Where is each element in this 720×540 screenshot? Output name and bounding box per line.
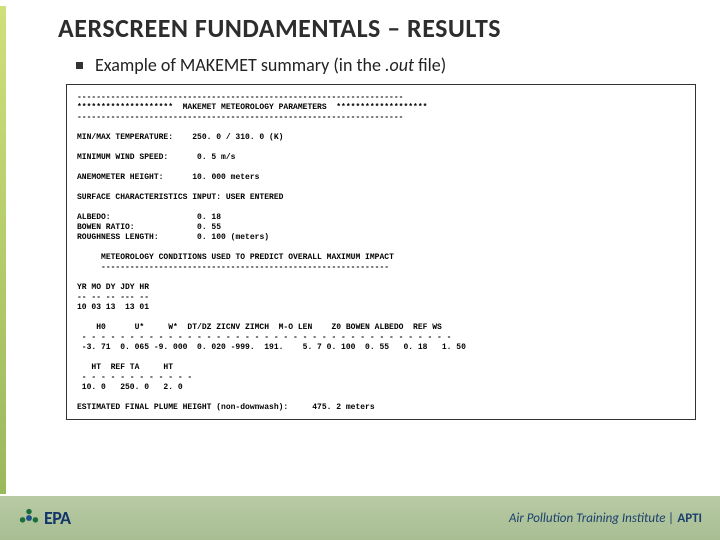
minwind-value: 0. 5 m/s — [197, 153, 235, 162]
minmax-value: 250. 0 / 310. 0 (K) — [192, 133, 283, 142]
bowen-label: BOWEN RATIO: — [77, 223, 135, 232]
bullet-post: file) — [414, 54, 446, 76]
htval: 10. 0 250. 0 2. 0 — [77, 383, 183, 392]
footer: EPA Air Pollution Training Institute | A… — [0, 496, 720, 540]
methdr: H0 U* W* DT/DZ ZICNV ZIMCH M-O LEN Z0 BO… — [77, 323, 442, 332]
rough-label: ROUGHNESS LENGTH: — [77, 233, 159, 242]
bullet-example: Example of MAKEMET summary (in the .out … — [58, 54, 686, 76]
datesep: -- -- -- --- -- — [77, 293, 149, 302]
htsep: - - - - - - - - - - - - — [77, 373, 192, 382]
hr1: ----------------------------------------… — [77, 93, 403, 102]
anemo-label: ANEMOMETER HEIGHT: — [77, 173, 163, 182]
plume-label: ESTIMATED FINAL PLUME HEIGHT (non-downwa… — [77, 403, 288, 412]
metval: -3. 71 0. 065 -9. 000 0. 020 -999. 191. … — [77, 343, 466, 352]
makemet-output: ----------------------------------------… — [77, 93, 685, 413]
bowen-value: 0. 55 — [197, 223, 221, 232]
metline: ----------------------------------------… — [101, 263, 389, 272]
minmax-label: MIN/MAX TEMPERATURE: — [77, 133, 173, 142]
apti-credit: Air Pollution Training Institute | APTI — [509, 511, 702, 526]
bullet-em: .out — [385, 54, 414, 76]
epa-flower-icon — [18, 507, 40, 529]
datehdr: YR MO DY JDY HR — [77, 283, 149, 292]
slide-content: AERSCREEN FUNDAMENTALS – RESULTS Example… — [0, 0, 720, 496]
albedo-value: 0. 18 — [197, 213, 221, 222]
minwind-label: MINIMUM WIND SPEED: — [77, 153, 168, 162]
bullet-text: Example of MAKEMET summary (in the .out … — [95, 54, 446, 76]
hr2: ******************** MAKEMET METEOROLOGY… — [77, 103, 427, 112]
bullet-square-icon — [76, 62, 83, 69]
epa-text: EPA — [44, 507, 71, 529]
bullet-pre: Example of MAKEMET summary (in the — [95, 54, 385, 76]
surf-hdr: SURFACE CHARACTERISTICS INPUT: USER ENTE… — [77, 193, 283, 202]
dateval: 10 03 13 13 01 — [77, 303, 149, 312]
hthdr: HT REF TA HT — [77, 363, 173, 372]
epa-logo: EPA — [18, 507, 71, 529]
metcond: METEOROLOGY CONDITIONS USED TO PREDICT O… — [101, 253, 394, 262]
hr3: ----------------------------------------… — [77, 113, 403, 122]
apti-b: APTI — [677, 511, 702, 526]
rough-value: 0. 100 (meters) — [197, 233, 269, 242]
plume-value: 475. 2 meters — [312, 403, 374, 412]
slide-title: AERSCREEN FUNDAMENTALS – RESULTS — [58, 6, 686, 44]
makemet-output-box: ----------------------------------------… — [66, 84, 696, 420]
left-accent-bar — [0, 6, 6, 494]
anemo-value: 10. 000 meters — [192, 173, 259, 182]
albedo-label: ALBEDO: — [77, 213, 111, 222]
apti-pre: Air Pollution Training Institute | — [509, 511, 677, 526]
metsep: - - - - - - - - - - - - - - - - - - - - … — [77, 333, 451, 342]
